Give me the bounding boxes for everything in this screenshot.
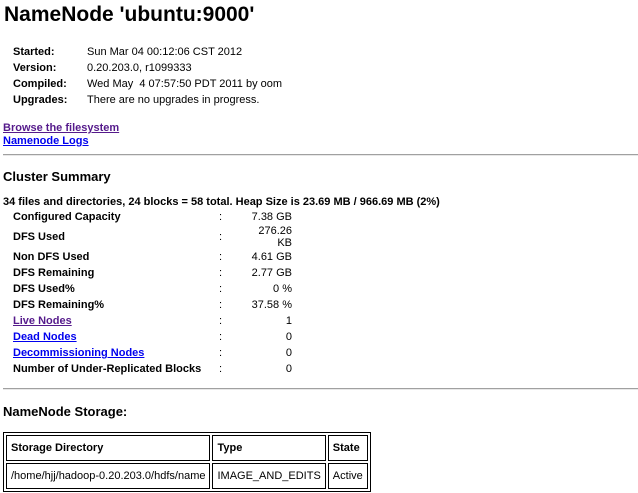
info-label: Upgrades: [13, 94, 68, 106]
stat-value: 0 [285, 363, 292, 375]
column-header-storage-directory: Storage Directory [6, 435, 211, 461]
cluster-stats-table: Configured Capacity : 7.38 GB DFS Used :… [10, 209, 292, 377]
stat-label: Configured Capacity [13, 211, 121, 223]
info-value: 0.20.203.0, r1099333 [87, 62, 192, 74]
stats-row: Non DFS Used : 4.61 GB [10, 249, 292, 265]
stats-row: Configured Capacity : 7.38 GB [10, 209, 292, 225]
stats-row: DFS Remaining : 2.77 GB [10, 265, 292, 281]
stats-row: DFS Used% : 0 % [10, 281, 292, 297]
cluster-summary-text: 34 files and directories, 24 blocks = 58… [3, 196, 440, 208]
stat-value: 0 % [273, 283, 292, 295]
browse-filesystem-link[interactable]: Browse the filesystem [3, 122, 119, 135]
namenode-logs-link[interactable]: Namenode Logs [3, 135, 119, 148]
storage-header-row: Storage Directory Type State [6, 435, 368, 461]
nav-links: Browse the filesystem Namenode Logs [3, 122, 119, 148]
dead-nodes-link[interactable]: Dead Nodes [13, 331, 77, 343]
stat-label: DFS Remaining% [13, 299, 105, 311]
stat-label: Non DFS Used [13, 251, 90, 263]
info-value: Sun Mar 04 00:12:06 CST 2012 [87, 46, 243, 58]
stat-colon: : [219, 363, 223, 375]
stat-colon: : [219, 251, 223, 263]
page-title: NameNode 'ubuntu:9000' [4, 3, 255, 26]
info-label: Started: [13, 46, 55, 58]
storage-table: Storage Directory Type State /home/hjj/h… [3, 432, 371, 492]
info-row-upgrades: Upgrades: There are no upgrades in progr… [10, 92, 282, 108]
cluster-summary-heading: Cluster Summary [3, 169, 111, 184]
stats-row: Dead Nodes : 0 [10, 329, 292, 345]
stat-label-cell: Decommissioning Nodes [10, 345, 219, 361]
stat-value: 4.61 GB [251, 251, 292, 263]
column-header-state: State [327, 435, 368, 461]
stat-colon: : [219, 315, 223, 327]
stat-colon: : [219, 299, 223, 311]
stat-label-cell: Live Nodes [10, 313, 219, 329]
column-header-type: Type [212, 435, 326, 461]
stat-label: DFS Remaining [13, 267, 95, 279]
namenode-info-table: Started: Sun Mar 04 00:12:06 CST 2012 Ve… [10, 44, 282, 108]
stats-row: DFS Used : 276.26 KB [10, 225, 292, 249]
stat-label: DFS Used% [13, 283, 75, 295]
divider [3, 388, 638, 390]
stat-value: 7.38 GB [251, 211, 292, 223]
stat-colon: : [219, 231, 223, 243]
info-label: Compiled: [13, 78, 67, 90]
info-row-compiled: Compiled: Wed May 4 07:57:50 PDT 2011 by… [10, 76, 282, 92]
info-value: There are no upgrades in progress. [87, 94, 260, 106]
stat-colon: : [219, 211, 223, 223]
stats-row: Decommissioning Nodes : 0 [10, 345, 292, 361]
divider [3, 154, 638, 156]
namenode-storage-heading: NameNode Storage: [3, 404, 128, 419]
table-row: /home/hjj/hadoop-0.20.203.0/hdfs/name IM… [6, 463, 368, 489]
info-row-version: Version: 0.20.203.0, r1099333 [10, 60, 282, 76]
stat-value: 1 [285, 315, 292, 327]
stats-row: Number of Under-Replicated Blocks : 0 [10, 361, 292, 377]
stat-label-cell: Dead Nodes [10, 329, 219, 345]
storage-state-cell: Active [327, 463, 368, 489]
stat-colon: : [219, 331, 223, 343]
stat-value: 276.26 KB [258, 225, 292, 249]
live-nodes-link[interactable]: Live Nodes [13, 315, 72, 327]
stats-row: DFS Remaining% : 37.58 % [10, 297, 292, 313]
stat-label: Number of Under-Replicated Blocks [13, 363, 202, 375]
stat-value: 2.77 GB [251, 267, 292, 279]
stat-colon: : [219, 283, 223, 295]
stat-colon: : [219, 267, 223, 279]
info-value: Wed May 4 07:57:50 PDT 2011 by oom [87, 78, 283, 90]
storage-directory-cell: /home/hjj/hadoop-0.20.203.0/hdfs/name [6, 463, 211, 489]
decommissioning-nodes-link[interactable]: Decommissioning Nodes [13, 347, 144, 359]
namenode-page: NameNode 'ubuntu:9000' Started: Sun Mar … [0, 0, 638, 493]
info-label: Version: [13, 62, 57, 74]
storage-type-cell: IMAGE_AND_EDITS [212, 463, 326, 489]
stat-value: 0 [285, 347, 292, 359]
stats-row: Live Nodes : 1 [10, 313, 292, 329]
stat-value: 0 [285, 331, 292, 343]
stat-label: DFS Used [13, 231, 65, 243]
stat-value: 37.58 % [251, 299, 292, 311]
info-row-started: Started: Sun Mar 04 00:12:06 CST 2012 [10, 44, 282, 60]
stat-colon: : [219, 347, 223, 359]
